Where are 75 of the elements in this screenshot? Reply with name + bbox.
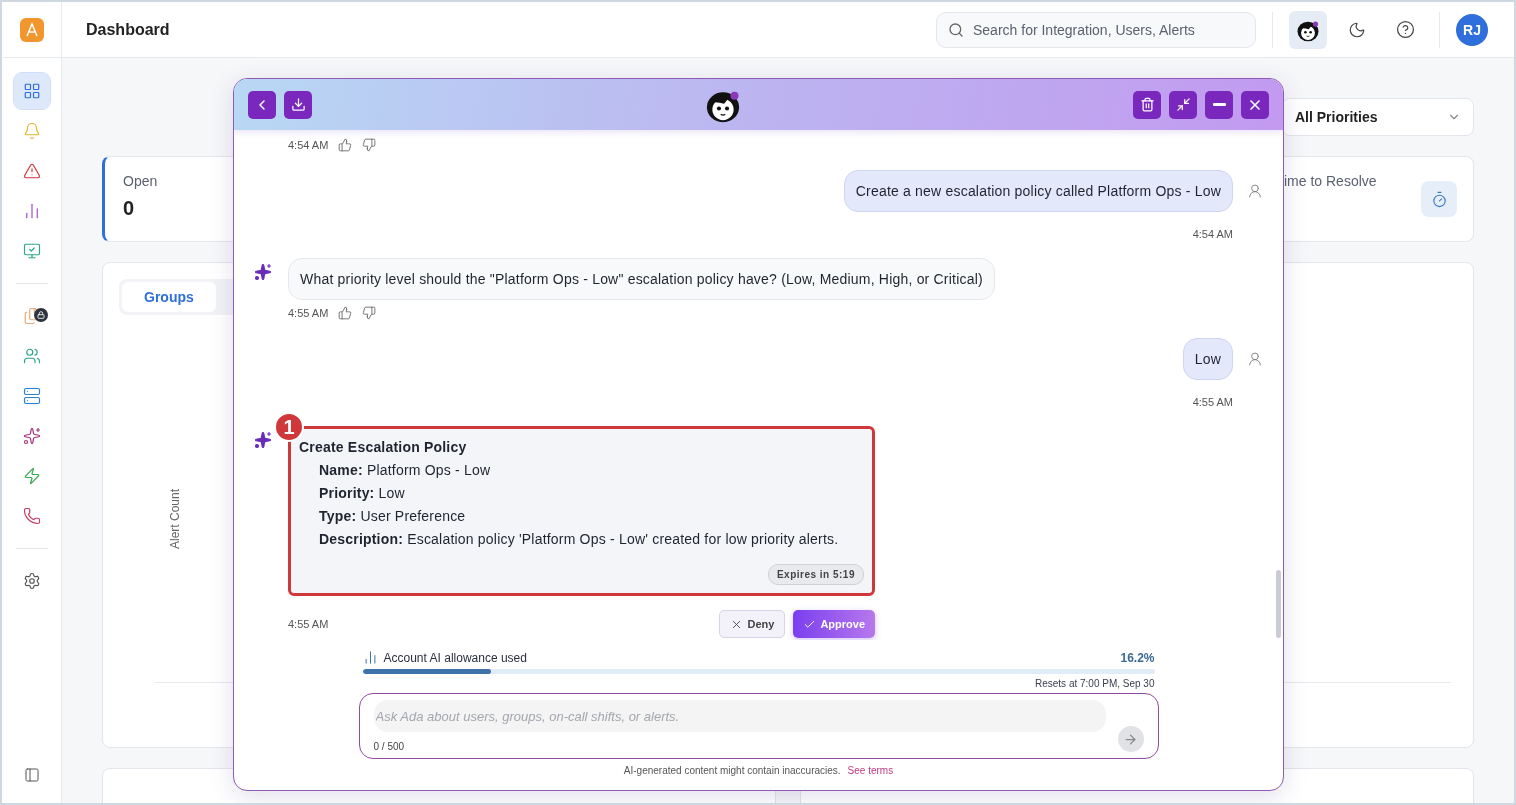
app-logo[interactable] bbox=[19, 17, 44, 42]
callout-number: 1 bbox=[274, 412, 304, 442]
user-icon bbox=[1247, 351, 1263, 367]
stat-value: 0 bbox=[123, 197, 136, 220]
user-message: Low bbox=[1182, 338, 1233, 380]
collapse-button[interactable] bbox=[1169, 90, 1197, 119]
detail-line: Type: User Preference bbox=[318, 508, 467, 524]
lightning-icon bbox=[22, 467, 41, 485]
page-title: Dashboard bbox=[86, 20, 171, 39]
detail-line: Name: Platform Ops - Low bbox=[318, 462, 492, 478]
users-icon bbox=[22, 347, 41, 365]
lock-icon bbox=[33, 308, 48, 322]
thumbs-up-icon[interactable] bbox=[338, 306, 353, 320]
monitor-icon bbox=[22, 242, 41, 260]
message-time: 4:55 AM bbox=[288, 618, 329, 630]
trash-icon bbox=[1139, 97, 1155, 112]
message-time: 4:54 AM bbox=[288, 139, 329, 151]
tab[interactable]: Groups bbox=[122, 282, 216, 312]
message-time: 4:54 AM bbox=[1192, 228, 1233, 240]
clear-chat-button[interactable] bbox=[1133, 90, 1161, 119]
allowance-label: Account AI allowance used bbox=[383, 650, 527, 665]
assistant-button[interactable] bbox=[1289, 10, 1327, 49]
message-field[interactable]: Ask Ada about users, groups, on-call shifts, or alerts. bbox=[373, 700, 1106, 732]
bar-chart-icon bbox=[362, 650, 378, 665]
collapse-icon bbox=[1175, 97, 1191, 112]
sparkles-icon bbox=[22, 427, 41, 445]
phone-icon bbox=[22, 507, 41, 525]
disclaimer-text: AI-generated content might contain inaccuracies. bbox=[623, 765, 841, 776]
sparkles-icon bbox=[254, 431, 272, 449]
approve-button[interactable]: Approve bbox=[793, 610, 875, 638]
close-button[interactable] bbox=[1241, 90, 1269, 119]
thumbs-down-icon[interactable] bbox=[362, 138, 377, 152]
thumbs-up-icon[interactable] bbox=[338, 138, 353, 152]
message-time: 4:55 AM bbox=[288, 307, 329, 319]
minimize-button[interactable] bbox=[1205, 90, 1233, 119]
bell-icon bbox=[22, 122, 41, 140]
settings-icon bbox=[22, 572, 41, 590]
user-message: Create a new escalation policy called Platform Ops - Low bbox=[843, 170, 1233, 212]
detail-line: Description: Escalation policy 'Platform Ops - Low' created for low priority alerts. bbox=[318, 531, 840, 547]
search-icon bbox=[948, 21, 964, 38]
terms-link[interactable]: See terms bbox=[847, 765, 894, 776]
thumbs-down-icon[interactable] bbox=[362, 306, 377, 320]
stat-label: ime to Resolve bbox=[1284, 173, 1377, 189]
sidebar-toggle-button[interactable] bbox=[23, 767, 40, 783]
expiry-badge: Expires in 5:19 bbox=[767, 564, 864, 585]
reset-time: Resets at 7:00 PM, Sep 30 bbox=[1035, 678, 1155, 689]
user-avatar[interactable]: RJ bbox=[1456, 13, 1488, 46]
priority-dropdown[interactable]: All Priorities bbox=[1282, 98, 1474, 136]
deny-button[interactable]: Deny bbox=[719, 610, 786, 638]
stat-label: Open bbox=[123, 173, 158, 189]
grid-icon bbox=[22, 82, 41, 100]
search-field[interactable]: Search for Integration, Users, Alerts bbox=[936, 11, 1256, 48]
download-button[interactable] bbox=[284, 90, 312, 119]
scrollbar-thumb[interactable] bbox=[1276, 570, 1281, 638]
server-icon bbox=[22, 387, 41, 405]
send-button[interactable] bbox=[1117, 726, 1144, 752]
sparkles-icon bbox=[254, 263, 272, 281]
warning-icon bbox=[22, 162, 41, 180]
allowance-percent: 16.2% bbox=[1120, 650, 1155, 665]
download-icon bbox=[290, 97, 306, 112]
logo-letter-icon bbox=[23, 21, 40, 38]
character-counter: 0 / 500 bbox=[373, 741, 406, 752]
timer-icon bbox=[1430, 190, 1448, 208]
sidebar-toggle-icon bbox=[23, 767, 40, 783]
moon-icon bbox=[1348, 20, 1366, 39]
axis-label: Alert Count bbox=[168, 488, 182, 549]
detail-line: Priority: Low bbox=[318, 485, 406, 501]
user-icon bbox=[1247, 183, 1263, 199]
action-title: Create Escalation Policy bbox=[299, 439, 468, 455]
assistant-message: What priority level should the "Platform Ops - Low" escalation policy have? (Low, Medium, High, or Critical) bbox=[288, 258, 995, 300]
arrow-right-icon bbox=[1123, 731, 1138, 747]
minus-icon bbox=[1212, 103, 1226, 106]
message-time: 4:55 AM bbox=[1192, 396, 1233, 408]
back-button[interactable] bbox=[248, 90, 276, 119]
help-icon bbox=[1395, 20, 1415, 39]
